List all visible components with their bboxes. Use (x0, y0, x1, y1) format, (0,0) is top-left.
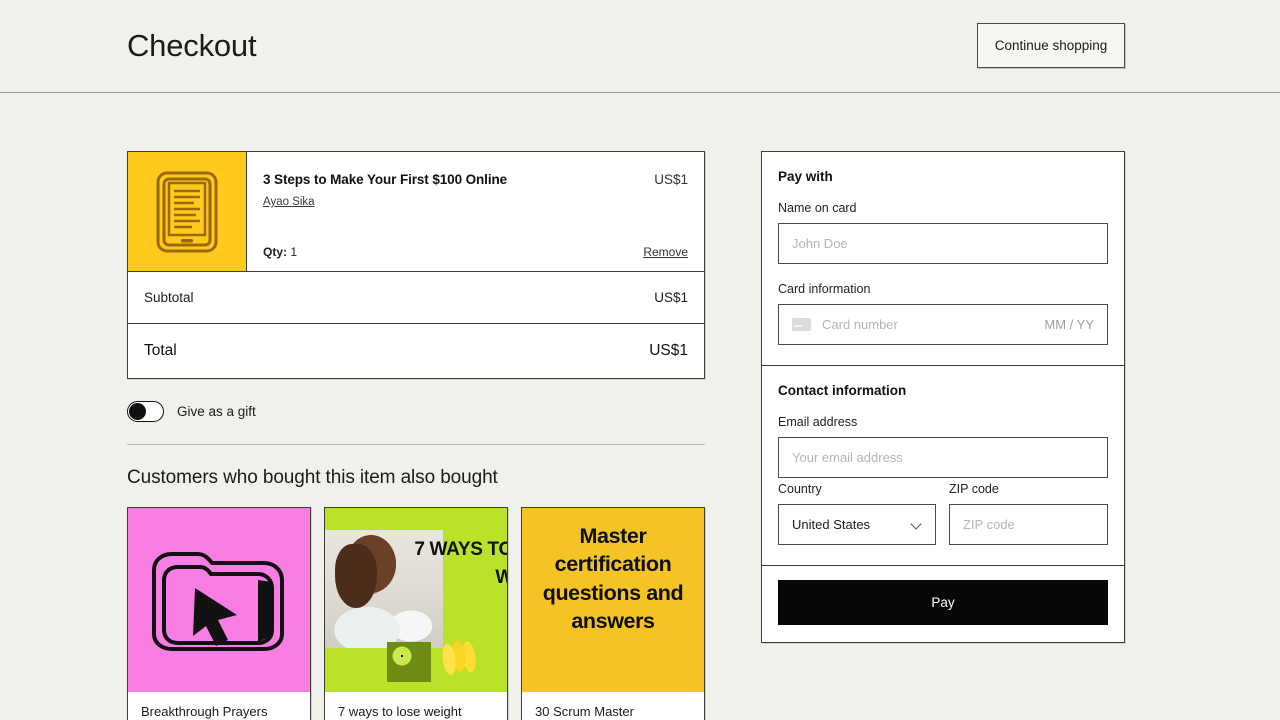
contact-information-section: Contact information Email address Your e… (762, 366, 1124, 565)
banana-graphic (434, 633, 486, 683)
recommendation-cover: Master certification questions and answe… (522, 508, 704, 692)
product-price: US$1 (654, 172, 688, 187)
recommendation-cover (128, 508, 310, 692)
subtotal-value: US$1 (654, 290, 688, 305)
cart-item-header: 3 Steps to Make Your First $100 Online U… (263, 172, 688, 187)
page-title: Checkout (127, 28, 257, 63)
recommendation-cover-text: 7 WAYS TOW (414, 539, 507, 588)
recommendation-card[interactable]: 7 WAYS TOW 7 ways to lose weight (324, 507, 508, 720)
checkout-page: Checkout Continue shopping 3 Steps to Ma… (0, 0, 1280, 720)
recommendation-title: Breakthrough Prayers (141, 704, 268, 719)
country-selected-value: United States (792, 517, 871, 532)
country-select[interactable]: United States (778, 504, 936, 545)
product-thumbnail (128, 152, 247, 271)
zip-code-label: ZIP code (949, 482, 999, 496)
contact-information-heading: Contact information (778, 383, 907, 398)
card-number-group: Card number (792, 317, 898, 332)
ereader-icon (156, 171, 218, 252)
cart-item-footer: Qty: 1 Remove (263, 245, 688, 259)
pay-with-section: Pay with Name on card John Doe Card info… (762, 152, 1124, 365)
recommendation-photo-detail (335, 544, 377, 608)
zip-field-group: ZIP code ZIP code (949, 482, 1108, 545)
payment-panel: Pay with Name on card John Doe Card info… (761, 151, 1125, 643)
recommendation-title: 30 Scrum Master (535, 704, 634, 719)
country-label: Country (778, 482, 822, 496)
cart-card: 3 Steps to Make Your First $100 Online U… (127, 151, 705, 379)
pay-footer: Pay (762, 566, 1124, 642)
continue-shopping-button[interactable]: Continue shopping (977, 23, 1125, 68)
country-field-group: Country United States (778, 482, 936, 545)
recommendations-heading: Customers who bought this item also boug… (127, 467, 498, 488)
name-on-card-placeholder: John Doe (792, 236, 848, 251)
give-as-gift-toggle[interactable] (127, 401, 164, 422)
chevron-down-icon (912, 519, 923, 530)
product-quantity: Qty: 1 (263, 245, 297, 259)
quantity-value: 1 (290, 245, 298, 259)
quantity-label: Qty: (263, 245, 287, 259)
card-expiry-placeholder[interactable]: MM / YY (1044, 317, 1094, 332)
toggle-knob (129, 403, 146, 420)
email-address-input[interactable]: Your email address (778, 437, 1108, 478)
recommendation-cover: 7 WAYS TOW (325, 508, 507, 692)
email-address-label: Email address (778, 415, 858, 429)
card-number-placeholder: Card number (822, 317, 898, 332)
give-as-gift-label: Give as a gift (177, 404, 256, 419)
subtotal-row: Subtotal US$1 (128, 272, 704, 324)
gift-option-row: Give as a gift (127, 401, 705, 445)
recommendation-card[interactable]: Breakthrough Prayers (127, 507, 311, 720)
card-number-input[interactable]: Card number MM / YY (778, 304, 1108, 345)
recommendation-title: 7 ways to lose weight (338, 704, 462, 719)
name-on-card-input[interactable]: John Doe (778, 223, 1108, 264)
credit-card-icon (792, 318, 811, 331)
subtotal-label: Subtotal (144, 290, 194, 305)
email-address-placeholder: Your email address (792, 450, 903, 465)
zip-code-placeholder: ZIP code (963, 517, 1015, 532)
cart-column: 3 Steps to Make Your First $100 Online U… (127, 151, 705, 720)
product-author-link[interactable]: Ayao Sika (263, 196, 315, 208)
recommendation-cover-text: Master certification questions and answe… (542, 524, 684, 634)
card-information-label: Card information (778, 282, 871, 296)
total-value: US$1 (649, 342, 688, 359)
folder-cursor-icon (152, 552, 284, 651)
pay-with-heading: Pay with (778, 169, 833, 184)
kiwi-graphic (387, 642, 431, 682)
cart-item-details: 3 Steps to Make Your First $100 Online U… (247, 152, 704, 271)
pay-button[interactable]: Pay (778, 580, 1108, 625)
recommendation-card[interactable]: Master certification questions and answe… (521, 507, 705, 720)
recommendations-grid: Breakthrough Prayers 7 WAYS TOW 7 ways t… (127, 507, 705, 720)
total-row: Total US$1 (128, 324, 704, 378)
country-zip-row: Country United States ZIP code ZIP code (778, 482, 1108, 545)
product-title: 3 Steps to Make Your First $100 Online (263, 172, 508, 187)
page-header: Checkout Continue shopping (0, 0, 1280, 93)
cart-line-item: 3 Steps to Make Your First $100 Online U… (128, 152, 704, 272)
remove-item-link[interactable]: Remove (643, 245, 688, 259)
name-on-card-label: Name on card (778, 201, 857, 215)
total-label: Total (144, 342, 177, 359)
zip-code-input[interactable]: ZIP code (949, 504, 1108, 545)
